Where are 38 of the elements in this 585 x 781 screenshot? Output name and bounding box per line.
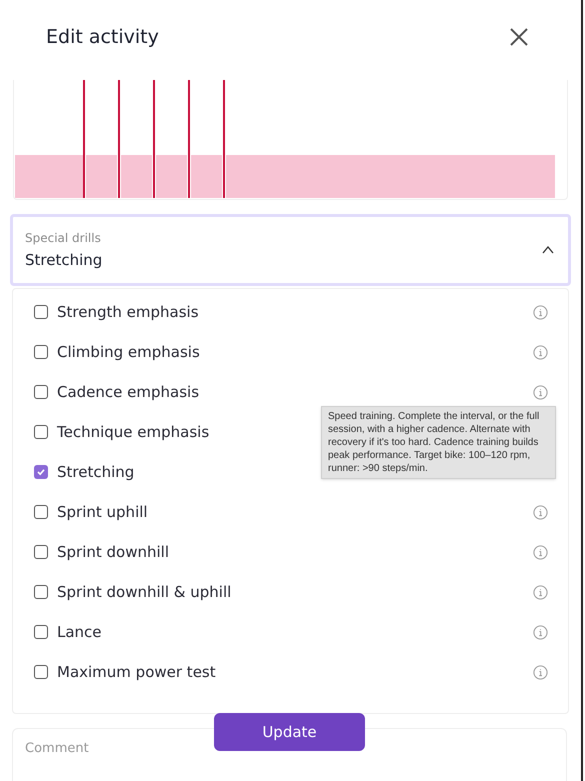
drills-dropdown[interactable]: Special drills Stretching: [10, 214, 571, 286]
info-icon[interactable]: [533, 384, 548, 400]
option-label[interactable]: Sprint downhill: [57, 540, 533, 564]
option-label[interactable]: Climbing emphasis: [57, 340, 533, 364]
dialog-title: Edit activity: [46, 24, 159, 50]
option-label[interactable]: Strength emphasis: [57, 300, 533, 324]
checkmark-icon: [36, 467, 46, 477]
info-icon[interactable]: [533, 504, 548, 520]
interval-bar: [86, 155, 117, 198]
option-label[interactable]: Sprint uphill: [57, 500, 533, 524]
info-icon[interactable]: [533, 664, 548, 680]
checkbox[interactable]: [34, 585, 48, 599]
checkbox[interactable]: [34, 345, 48, 359]
checkbox[interactable]: [34, 545, 48, 559]
dropdown-label: Special drills: [25, 230, 102, 247]
option-label[interactable]: Lance: [57, 620, 533, 644]
interval-bar: [191, 155, 222, 198]
interval-bar: [156, 155, 187, 198]
update-button[interactable]: Update: [214, 713, 365, 751]
info-icon[interactable]: [533, 624, 548, 640]
checkbox[interactable]: [34, 505, 48, 519]
checkbox[interactable]: [34, 465, 48, 479]
interval-bar: [15, 155, 83, 198]
info-icon[interactable]: [533, 544, 548, 560]
checkbox[interactable]: [34, 625, 48, 639]
checkbox[interactable]: [34, 425, 48, 439]
info-icon[interactable]: [533, 304, 548, 320]
checkbox[interactable]: [34, 305, 48, 319]
checkbox[interactable]: [34, 665, 48, 679]
dropdown-value: Stretching: [25, 250, 102, 271]
tooltip: Speed training. Complete the interval, or the full session, with a higher cadence. Alternate with recovery if it's too hard. Cadence training builds peak performance. Target bike: 100–120 rpm, runner: >90 steps/min.: [321, 406, 556, 479]
checkbox[interactable]: [34, 385, 48, 399]
option-label[interactable]: Cadence emphasis: [57, 380, 533, 404]
interval-bar: [121, 155, 152, 198]
info-icon[interactable]: [533, 584, 548, 600]
info-icon[interactable]: [533, 344, 548, 360]
option-label[interactable]: Maximum power test: [57, 660, 533, 684]
option-label[interactable]: Sprint downhill & uphill: [57, 580, 533, 604]
